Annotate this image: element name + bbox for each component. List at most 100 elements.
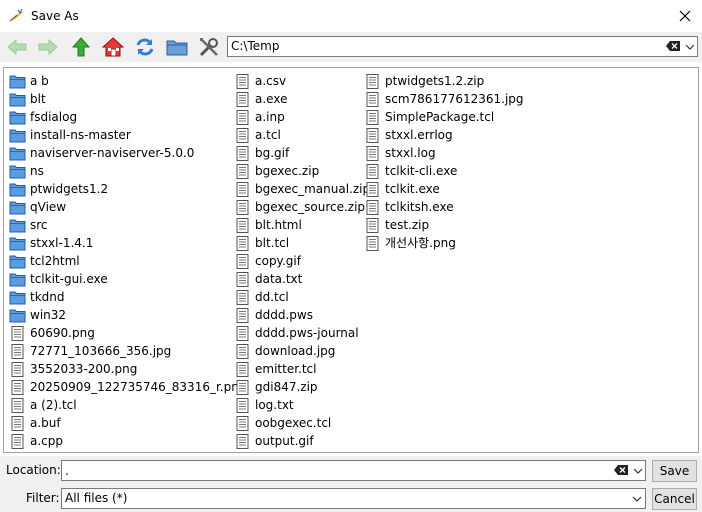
file-item[interactable]: 3552033-200.png xyxy=(9,360,246,378)
file-item[interactable]: blt.tcl xyxy=(234,234,370,252)
file-icon xyxy=(366,145,379,161)
file-item[interactable]: log.txt xyxy=(234,396,370,414)
location-dropdown-button[interactable] xyxy=(631,463,645,478)
file-icon xyxy=(236,433,249,449)
file-item[interactable]: stxxl.errlog xyxy=(364,126,524,144)
file-item[interactable]: a.buf xyxy=(9,414,246,432)
up-button[interactable] xyxy=(68,34,94,60)
file-item[interactable]: a.inp xyxy=(234,108,370,126)
folder-item[interactable]: a b xyxy=(9,72,246,90)
file-item[interactable]: 60690.png xyxy=(9,324,246,342)
refresh-button[interactable] xyxy=(132,34,158,60)
filter-select[interactable]: All files (*) xyxy=(61,488,646,509)
file-icon xyxy=(236,307,249,323)
file-item[interactable]: a.exe xyxy=(234,90,370,108)
file-item[interactable]: blt.html xyxy=(234,216,370,234)
clear-icon[interactable] xyxy=(613,464,629,476)
file-item[interactable]: dddd.pws-journal xyxy=(234,324,370,342)
file-icon xyxy=(236,181,249,197)
file-item[interactable]: bgexec_manual.zip xyxy=(234,180,370,198)
file-item[interactable]: dd.tcl xyxy=(234,288,370,306)
file-item[interactable]: tclkitsh.exe xyxy=(364,198,524,216)
folder-icon xyxy=(9,93,26,106)
close-button[interactable] xyxy=(670,2,700,30)
file-icon xyxy=(236,415,249,431)
file-item[interactable]: bg.gif xyxy=(234,144,370,162)
file-item[interactable]: 72771_103666_356.jpg xyxy=(9,342,246,360)
file-item[interactable]: a.tcl xyxy=(234,126,370,144)
item-label: win32 xyxy=(30,308,67,322)
file-item[interactable]: 20250909_122735746_83316_r.png xyxy=(9,378,246,396)
item-label: fsdialog xyxy=(30,110,78,124)
folder-item[interactable]: stxxl-1.4.1 xyxy=(9,234,246,252)
file-item[interactable]: data.txt xyxy=(234,270,370,288)
save-button[interactable]: Save xyxy=(652,460,697,482)
item-label: scm786177612361.jpg xyxy=(385,92,524,106)
settings-button[interactable] xyxy=(196,34,222,60)
path-dropdown-button[interactable] xyxy=(683,39,697,54)
file-item[interactable]: test.zip xyxy=(364,216,524,234)
item-label: stxxl.errlog xyxy=(385,128,453,142)
folder-item[interactable]: blt xyxy=(9,90,246,108)
file-item[interactable]: bgexec_source.zip xyxy=(234,198,370,216)
file-icon xyxy=(236,145,249,161)
folder-item[interactable]: src xyxy=(9,216,246,234)
folder-item[interactable]: ptwidgets1.2 xyxy=(9,180,246,198)
file-item[interactable]: a (2).tcl xyxy=(9,396,246,414)
file-item[interactable]: SimplePackage.tcl xyxy=(364,108,524,126)
item-label: tclkitsh.exe xyxy=(385,200,454,214)
clear-icon[interactable] xyxy=(665,40,681,52)
file-item[interactable]: oobgexec.tcl xyxy=(234,414,370,432)
file-item[interactable]: tclkit-cli.exe xyxy=(364,162,524,180)
file-item[interactable]: a.cpp xyxy=(9,432,246,450)
file-item[interactable]: ptwidgets1.2.zip xyxy=(364,72,524,90)
folder-item[interactable]: tclkit-gui.exe xyxy=(9,270,246,288)
item-label: 20250909_122735746_83316_r.png xyxy=(30,380,247,394)
folder-item[interactable]: naviserver-naviserver-5.0.0 xyxy=(9,144,246,162)
file-icon xyxy=(11,343,24,359)
folder-item[interactable]: win32 xyxy=(9,306,246,324)
file-icon xyxy=(236,163,249,179)
item-label: install-ns-master xyxy=(30,128,131,142)
folder-item[interactable]: ns xyxy=(9,162,246,180)
file-item[interactable]: 개선사항.png xyxy=(364,234,524,252)
new-folder-button[interactable] xyxy=(164,34,190,60)
file-item[interactable]: dddd.pws xyxy=(234,306,370,324)
file-item[interactable]: a.csv xyxy=(234,72,370,90)
filter-dropdown-button[interactable] xyxy=(629,491,645,506)
folder-icon xyxy=(9,75,26,88)
forward-button[interactable] xyxy=(35,34,61,60)
location-combobox[interactable] xyxy=(61,460,646,481)
file-item[interactable]: scm786177612361.jpg xyxy=(364,90,524,108)
file-icon xyxy=(366,73,379,89)
file-list[interactable]: a b blt fsdialog install-ns-master naviserve… xyxy=(3,67,699,453)
file-icon xyxy=(11,397,24,413)
file-item[interactable]: copy.gif xyxy=(234,252,370,270)
file-item[interactable]: download.jpg xyxy=(234,342,370,360)
item-label: tcl2html xyxy=(30,254,80,268)
path-input[interactable] xyxy=(231,37,661,56)
item-label: log.txt xyxy=(255,398,294,412)
item-label: a.cpp xyxy=(30,434,63,448)
folder-item[interactable]: install-ns-master xyxy=(9,126,246,144)
folder-item[interactable]: tkdnd xyxy=(9,288,246,306)
file-item[interactable]: output.gif xyxy=(234,432,370,450)
file-icon xyxy=(366,199,379,215)
location-input[interactable] xyxy=(65,461,605,480)
file-item[interactable]: stxxl.log xyxy=(364,144,524,162)
path-combobox[interactable] xyxy=(227,36,698,57)
folder-item[interactable]: tcl2html xyxy=(9,252,246,270)
file-item[interactable]: gdi847.zip xyxy=(234,378,370,396)
back-button[interactable] xyxy=(4,34,30,60)
item-label: emitter.tcl xyxy=(255,362,317,376)
file-icon xyxy=(11,415,24,431)
item-label: blt.html xyxy=(255,218,302,232)
folder-item[interactable]: fsdialog xyxy=(9,108,246,126)
folder-item[interactable]: qView xyxy=(9,198,246,216)
file-item[interactable]: emitter.tcl xyxy=(234,360,370,378)
file-item[interactable]: bgexec.zip xyxy=(234,162,370,180)
file-item[interactable]: tclkit.exe xyxy=(364,180,524,198)
home-button[interactable] xyxy=(100,34,126,60)
cancel-button[interactable]: Cancel xyxy=(652,488,697,510)
item-label: tclkit.exe xyxy=(385,182,440,196)
